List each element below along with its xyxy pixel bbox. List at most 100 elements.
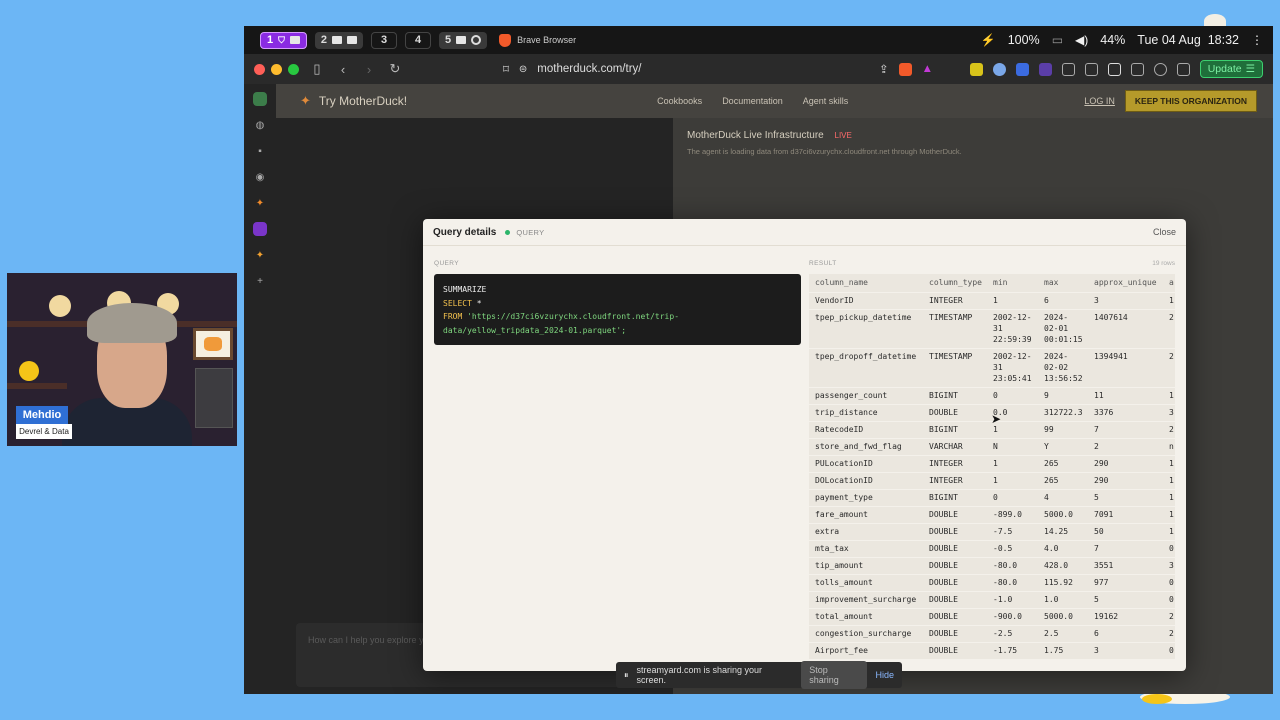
workspace-3[interactable]: 3 xyxy=(371,31,398,49)
table-row[interactable]: Airport_fee DOUBLE -1.75 1.75 3 0 xyxy=(809,642,1175,659)
sidebar-icon[interactable] xyxy=(1107,62,1121,76)
brave-rewards-icon[interactable]: ▲ xyxy=(922,63,933,75)
table-row[interactable]: tolls_amount DOUBLE -80.0 115.92 977 0 xyxy=(809,574,1175,591)
table-row[interactable]: congestion_surcharge DOUBLE -2.5 2.5 6 2 xyxy=(809,625,1175,642)
table-row[interactable]: PULocationID INTEGER 1 265 290 1 xyxy=(809,455,1175,472)
table-row[interactable]: tpep_pickup_datetime TIMESTAMP 2002-12-31 … xyxy=(809,309,1175,348)
close-button[interactable]: Close xyxy=(1153,227,1176,237)
table-cell: INTEGER xyxy=(929,295,963,305)
table-cell: 4 xyxy=(1044,492,1049,502)
screenshot-icon[interactable] xyxy=(1084,62,1098,76)
url-text[interactable]: motherduck.com/try/ xyxy=(537,63,641,75)
extensions-puzzle-icon[interactable] xyxy=(1061,62,1075,76)
column-header[interactable]: a xyxy=(1163,274,1175,292)
table-row[interactable]: mta_tax DOUBLE -0.5 4.0 7 0 xyxy=(809,540,1175,557)
site-info-icon[interactable]: ⊜ xyxy=(519,64,527,75)
stop-sharing-button[interactable]: Stop sharing xyxy=(801,661,868,689)
share-icon[interactable]: ⇪ xyxy=(879,62,889,76)
table-row[interactable]: store_and_fwd_flag VARCHAR N Y 2 n xyxy=(809,438,1175,455)
table-row[interactable]: improvement_surcharge DOUBLE -1.0 1.0 5 0 xyxy=(809,591,1175,608)
workspace-5[interactable]: 5 xyxy=(439,31,488,49)
result-section-label: RESULT xyxy=(809,260,837,267)
vpn-icon[interactable] xyxy=(1176,62,1190,76)
mac-menubar: 1 ⛉ 2 3 4 5 Brave Browser ⚡ 100% ▭ ◀) 44… xyxy=(244,26,1273,54)
code-string: 'https://d37ci6vzurychx.cloudfront.net/t… xyxy=(462,312,680,321)
extension-icon-2[interactable] xyxy=(992,62,1006,76)
volume-level: 44% xyxy=(1100,33,1126,47)
table-cell: 1 xyxy=(1169,509,1174,519)
column-header[interactable]: max xyxy=(1038,274,1088,292)
close-window-button[interactable] xyxy=(254,63,265,75)
back-icon[interactable]: ‹ xyxy=(335,62,351,77)
table-cell: trip_distance xyxy=(815,407,878,417)
result-table-container[interactable]: column_name column_type min max approx_u… xyxy=(809,274,1175,659)
table-cell: 6 xyxy=(1094,628,1099,638)
extension-icon-4[interactable] xyxy=(1038,62,1052,76)
workspace-2[interactable]: 2 xyxy=(314,31,364,49)
app-icon[interactable] xyxy=(253,222,267,236)
window-icon xyxy=(347,36,358,44)
keep-organization-button[interactable]: KEEP THIS ORGANIZATION xyxy=(1124,90,1257,112)
add-icon[interactable]: + xyxy=(253,274,267,288)
status-dot-icon xyxy=(505,229,511,235)
nav-documentation[interactable]: Documentation xyxy=(722,96,783,106)
table-row[interactable]: tip_amount DOUBLE -80.0 428.0 3551 3 xyxy=(809,557,1175,574)
extension-icon-1[interactable] xyxy=(969,62,983,76)
reload-icon[interactable]: ↻ xyxy=(387,61,403,77)
update-button[interactable]: Update ☰ xyxy=(1199,60,1263,78)
column-header[interactable]: min xyxy=(987,274,1038,292)
extension-icon-3[interactable] xyxy=(1015,62,1029,76)
table-row[interactable]: payment_type BIGINT 0 4 5 1 xyxy=(809,489,1175,506)
duck-icon[interactable]: ✦ xyxy=(253,196,267,210)
bookmark-icon[interactable]: ⌑ xyxy=(503,62,509,76)
query-code-block[interactable]: SUMMARIZE SELECT * FROM 'https://d37ci6v… xyxy=(434,274,801,345)
table-row[interactable]: tpep_dropoff_datetime TIMESTAMP 2002-12-31… xyxy=(809,348,1175,387)
table-cell: -900.0 xyxy=(993,611,1022,621)
brave-shields-icon[interactable] xyxy=(898,62,912,76)
login-link[interactable]: LOG IN xyxy=(1084,96,1115,106)
table-cell: DOUBLE xyxy=(929,628,958,638)
duck-decoration-bottom-yellow xyxy=(1142,694,1172,704)
motherduck-icon[interactable]: ✦ xyxy=(253,248,267,262)
pause-icon: ⏸ xyxy=(624,669,629,680)
wallet-icon[interactable] xyxy=(1130,62,1144,76)
hide-button[interactable]: Hide xyxy=(875,670,894,680)
nav-cookbooks[interactable]: Cookbooks xyxy=(657,96,702,106)
table-row[interactable]: DOLocationID INTEGER 1 265 290 1 xyxy=(809,472,1175,489)
table-cell: 5 xyxy=(1094,492,1099,502)
table-cell: 1 xyxy=(1169,526,1174,536)
infra-description: The agent is loading data from d37ci6vzu… xyxy=(687,147,962,156)
column-header[interactable]: column_name xyxy=(809,274,923,292)
table-cell: 0 xyxy=(1169,594,1174,604)
workspace-4[interactable]: 4 xyxy=(405,31,432,49)
table-row[interactable]: passenger_count BIGINT 0 9 11 1 xyxy=(809,387,1175,404)
minimize-window-button[interactable] xyxy=(271,63,282,75)
sidebar-app-icon[interactable] xyxy=(253,92,267,106)
table-row[interactable]: total_amount DOUBLE -900.0 5000.0 19162 2 xyxy=(809,608,1175,625)
table-cell: 1.75 xyxy=(1044,645,1064,655)
menu-icon: ☰ xyxy=(1245,63,1255,75)
leo-icon[interactable] xyxy=(1153,62,1167,76)
more-icon[interactable]: ⋮ xyxy=(1251,33,1263,47)
table-row[interactable]: extra DOUBLE -7.5 14.25 50 1 xyxy=(809,523,1175,540)
nav-agent-skills[interactable]: Agent skills xyxy=(803,96,849,106)
table-row[interactable]: VendorID INTEGER 1 6 3 1 xyxy=(809,292,1175,309)
globe-icon[interactable]: ◍ xyxy=(253,118,267,132)
workspace-1[interactable]: 1 ⛉ xyxy=(260,31,307,49)
table-cell: 1 xyxy=(1169,475,1174,485)
logo-text[interactable]: Try MotherDuck! xyxy=(319,94,407,108)
sidebar-toggle-icon[interactable]: ▯ xyxy=(309,61,325,77)
chatgpt-icon[interactable]: ◉ xyxy=(253,170,267,184)
notion-icon[interactable]: ▪ xyxy=(253,144,267,158)
maximize-window-button[interactable] xyxy=(288,63,299,75)
table-cell: -1.0 xyxy=(993,594,1013,604)
address-bar[interactable]: ⌑ ⊜ motherduck.com/try/ ⇪ ▲ xyxy=(503,58,933,80)
column-header[interactable]: approx_unique xyxy=(1088,274,1163,292)
table-cell: 2024-02-01 00:01:15 xyxy=(1044,312,1083,344)
table-cell: 3376 xyxy=(1094,407,1114,417)
table-cell: DOUBLE xyxy=(929,645,958,655)
battery-level: 100% xyxy=(1007,33,1040,47)
table-row[interactable]: fare_amount DOUBLE -899.0 5000.0 7091 1 xyxy=(809,506,1175,523)
forward-icon[interactable]: › xyxy=(361,62,377,77)
column-header[interactable]: column_type xyxy=(923,274,987,292)
